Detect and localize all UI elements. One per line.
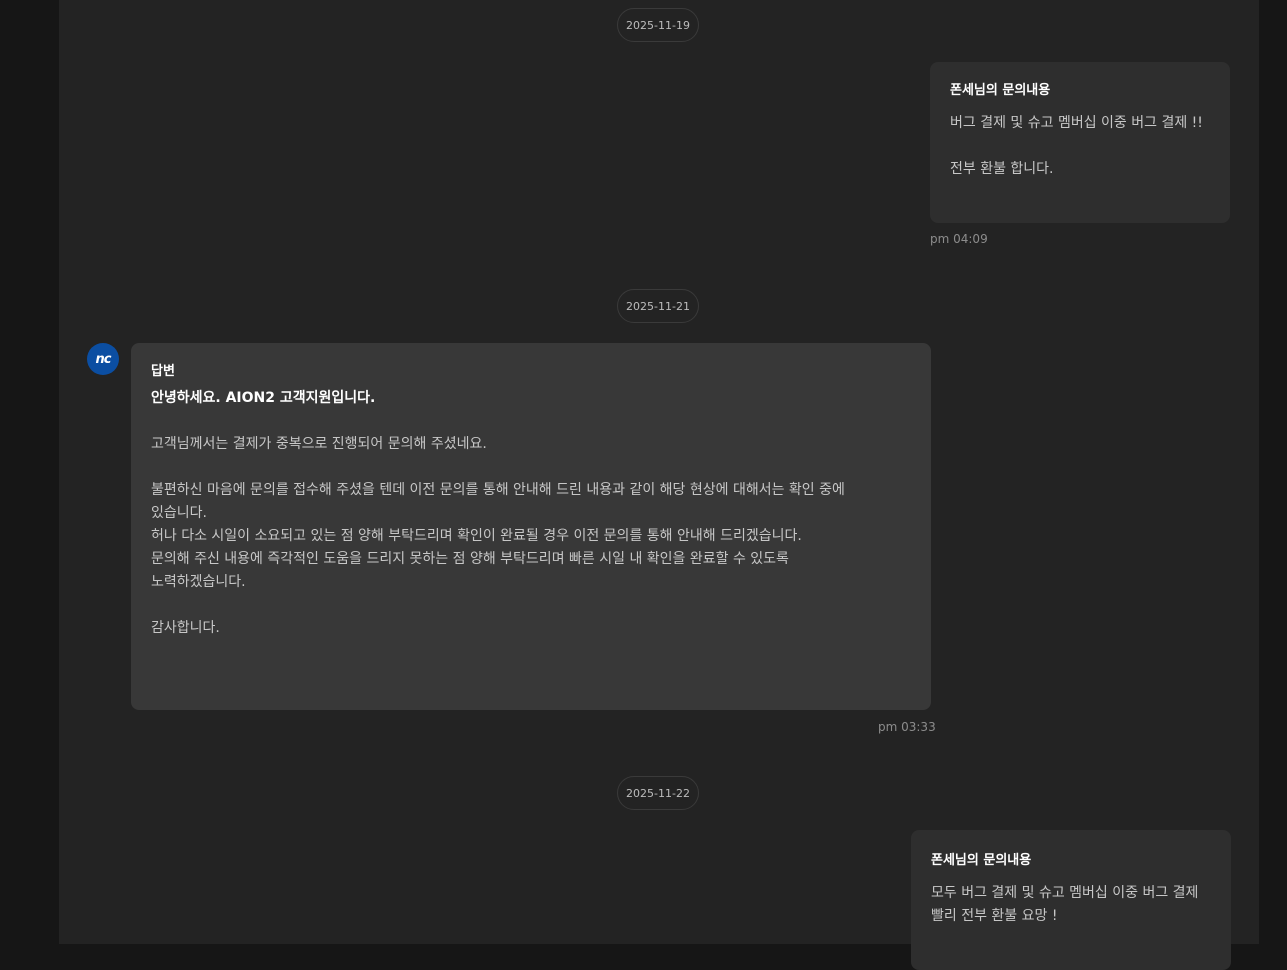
answer-bubble: 답변 안녕하세요. AION2 고객지원입니다. 고객님께서는 결제가 중복으로… [131, 343, 931, 710]
inquiry-bubble-2: 폰세님의 문의내용 모두 버그 결제 및 슈고 멤버십 이중 버그 결제 빨리 … [911, 830, 1231, 970]
answer-greeting: 안녕하세요. AION2 고객지원입니다. [151, 390, 376, 406]
date-separator: 2025-11-19 [617, 8, 699, 42]
date-separator: 2025-11-22 [617, 776, 699, 810]
chat-panel: 2025-11-19 폰세님의 문의내용 버그 결제 및 슈고 멤버십 이중 버… [59, 0, 1259, 970]
inquiry-title: 폰세님의 문의내용 [931, 853, 1032, 868]
inquiry-title: 폰세님의 문의내용 [950, 83, 1051, 98]
inquiry-body: 모두 버그 결제 및 슈고 멤버십 이중 버그 결제 빨리 전부 환불 요망 ! [931, 885, 1199, 924]
inquiry-bubble-1: 폰세님의 문의내용 버그 결제 및 슈고 멤버십 이중 버그 결제 !! 전부 … [930, 62, 1230, 223]
nc-avatar-icon: nc [87, 343, 119, 375]
inquiry-body: 버그 결제 및 슈고 멤버십 이중 버그 결제 !! 전부 환불 합니다. [950, 115, 1203, 177]
date-separator: 2025-11-21 [617, 289, 699, 323]
message-time: pm 04:09 [930, 232, 988, 246]
answer-title: 답변 [151, 364, 175, 379]
answer-body: 고객님께서는 결제가 중복으로 진행되어 문의해 주셨네요. 불편하신 마음에 … [151, 436, 845, 636]
message-time: pm 03:33 [878, 720, 936, 734]
